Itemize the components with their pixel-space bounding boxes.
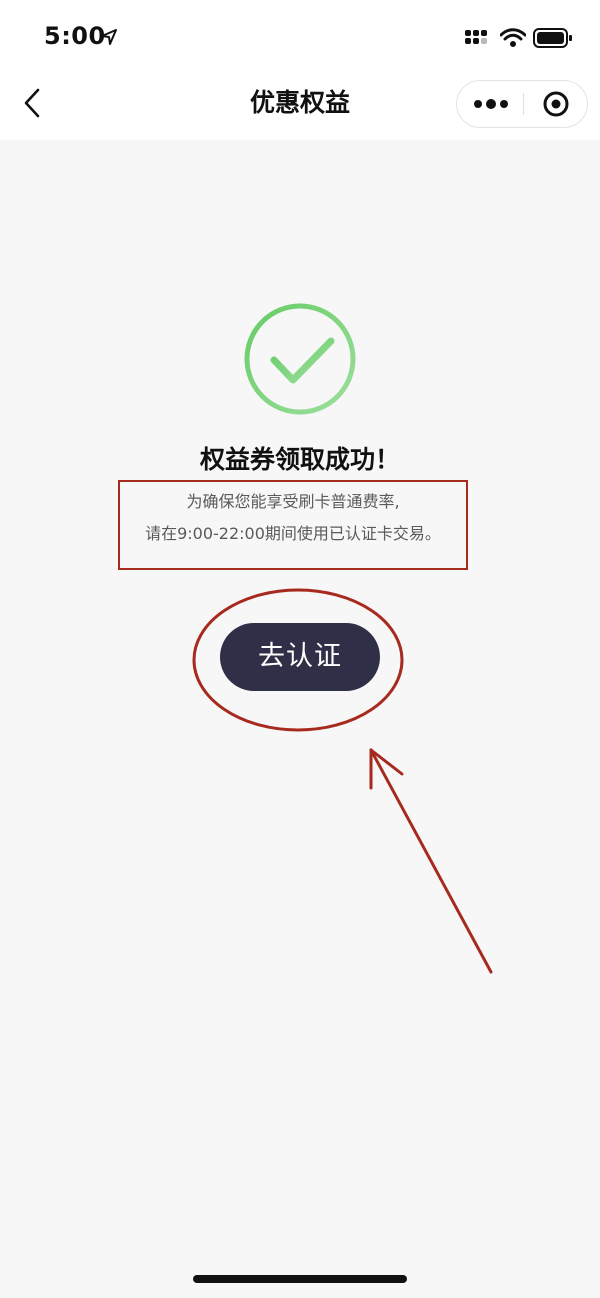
battery-icon bbox=[533, 28, 572, 48]
more-button[interactable] bbox=[457, 81, 523, 127]
description-line-2: 请在9:00-22:00期间使用已认证卡交易。 bbox=[145, 524, 441, 543]
signal-icon bbox=[465, 30, 487, 44]
close-miniprogram-button[interactable] bbox=[524, 81, 588, 127]
top-bar: 5:00 优惠权益 bbox=[0, 0, 600, 140]
annotation-arrow bbox=[369, 748, 493, 974]
location-arrow-icon bbox=[101, 29, 117, 45]
more-dots-icon bbox=[474, 99, 508, 109]
wifi-icon bbox=[500, 28, 526, 47]
miniprogram-capsule bbox=[456, 80, 588, 128]
target-icon bbox=[543, 91, 569, 117]
check-circle-icon bbox=[244, 303, 356, 415]
description-box: 为确保您能享受刷卡普通费率, 请在9:00-22:00期间使用已认证卡交易。 bbox=[118, 480, 468, 570]
success-title: 权益券领取成功！ bbox=[199, 445, 400, 474]
home-indicator bbox=[193, 1275, 407, 1283]
description-line-1: 为确保您能享受刷卡普通费率, bbox=[186, 492, 400, 511]
verify-button[interactable]: 去认证 bbox=[220, 623, 380, 691]
status-time: 5:00 bbox=[44, 22, 106, 50]
